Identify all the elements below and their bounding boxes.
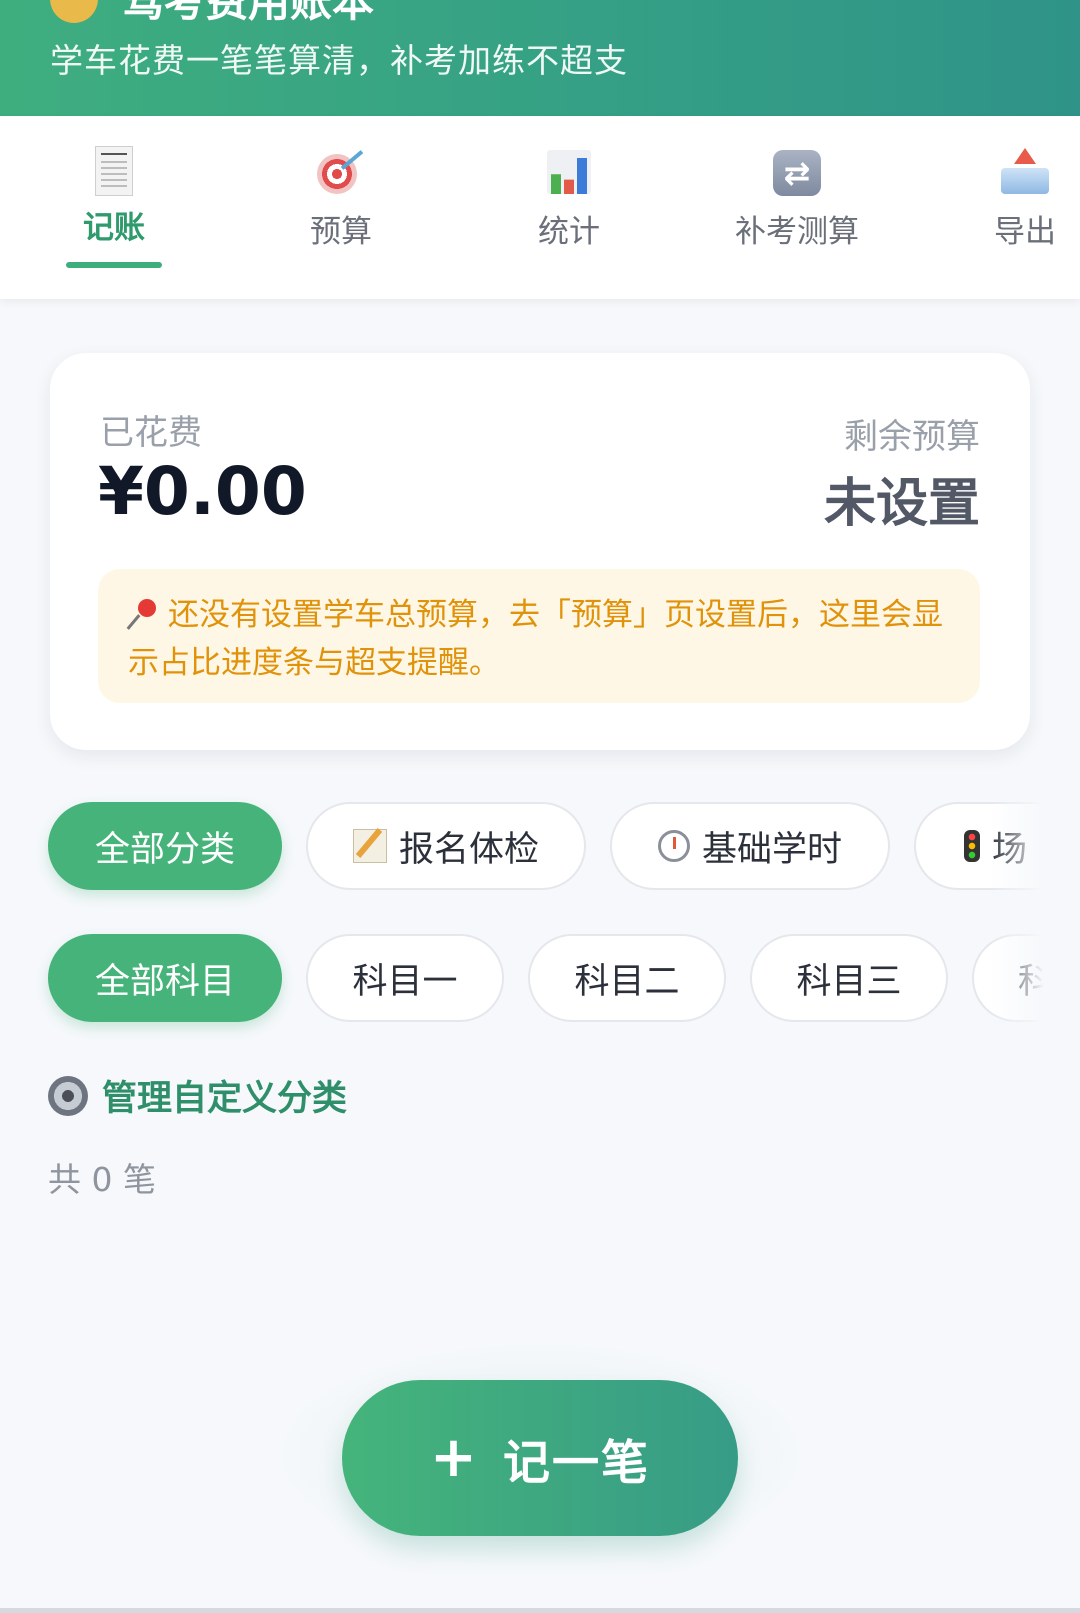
app-header: 驾考费用账本 学车花费一笔笔算清，补考加练不超支: [0, 0, 1080, 116]
pushpin-icon: [128, 599, 158, 629]
app-subtitle: 学车花费一笔笔算清，补考加练不超支: [50, 41, 628, 80]
chip-label: 基础学时: [701, 829, 842, 870]
add-record-button[interactable]: + 记一笔: [342, 1380, 738, 1536]
spent-amount: ¥0.00: [98, 453, 307, 530]
repeat-icon: [769, 144, 825, 200]
spent-label: 已花费: [100, 413, 202, 453]
plus-icon: +: [430, 1425, 477, 1490]
chip-subject-1[interactable]: 科目一: [306, 934, 504, 1022]
tab-label: 统计: [538, 214, 600, 250]
tab-label: 导出: [994, 214, 1056, 250]
chip-label: 科目二: [574, 961, 680, 1002]
remaining-budget-value: 未设置: [823, 474, 980, 534]
app-title-text: 驾考费用账本: [122, 0, 375, 26]
scroll-fade: [990, 792, 1080, 902]
tab-label: 补考测算: [735, 214, 859, 250]
chip-subject-3[interactable]: 科目三: [750, 934, 948, 1022]
chip-label: 报名体检: [398, 829, 539, 870]
traffic-light-icon: [964, 830, 980, 862]
add-record-label: 记一笔: [502, 1435, 650, 1491]
stopwatch-icon: [657, 830, 690, 862]
tab-bar: 记账 预算 统计 补考测算 导出: [0, 116, 1080, 299]
target-icon: [313, 144, 369, 200]
receipt-icon: [95, 146, 133, 196]
chip-label: 科目一: [352, 961, 458, 1002]
tab-statistics[interactable]: 统计: [479, 116, 659, 299]
budget-notice: 还没有设置学车总预算，去「预算」页设置后，这里会显示占比进度条与超支提醒。: [98, 569, 980, 703]
tab-bookkeeping[interactable]: 记账: [24, 116, 204, 299]
chip-registration-medical[interactable]: 报名体检: [306, 802, 586, 890]
memo-icon: [352, 829, 387, 863]
bar-chart-icon: [541, 144, 597, 200]
budget-notice-text: 还没有设置学车总预算，去「预算」页设置后，这里会显示占比进度条与超支提醒。: [128, 597, 943, 681]
summary-card: 已花费 ¥0.00 剩余预算 未设置 还没有设置学车总预算，去「预算」页设置后，…: [50, 353, 1030, 750]
tab-export[interactable]: 导出: [935, 116, 1080, 299]
chip-all-categories[interactable]: 全部分类: [48, 802, 282, 890]
export-icon: [997, 144, 1053, 200]
tab-budget[interactable]: 预算: [251, 116, 431, 299]
gear-icon: [48, 1075, 88, 1116]
chip-label: 全部科目: [94, 961, 235, 1002]
money-bag-icon: [50, 0, 98, 23]
remaining-budget-label: 剩余预算: [844, 417, 980, 457]
chip-label: 科目三: [796, 961, 902, 1002]
record-count: 共 0 笔: [48, 1160, 156, 1199]
app-title: 驾考费用账本: [50, 0, 374, 29]
tab-label: 记账: [83, 210, 145, 246]
chip-label: 全部分类: [94, 829, 235, 870]
chip-basic-hours[interactable]: 基础学时: [610, 802, 890, 890]
manage-custom-categories-link[interactable]: 管理自定义分类: [48, 1070, 347, 1121]
scroll-fade: [990, 924, 1080, 1034]
manage-label: 管理自定义分类: [102, 1079, 348, 1119]
tab-label: 预算: [310, 214, 372, 250]
bottom-divider: [0, 1608, 1080, 1613]
active-tab-indicator: [66, 262, 162, 268]
chip-subject-2[interactable]: 科目二: [528, 934, 726, 1022]
tab-retake-estimate[interactable]: 补考测算: [707, 116, 887, 299]
chip-all-subjects[interactable]: 全部科目: [48, 934, 282, 1022]
